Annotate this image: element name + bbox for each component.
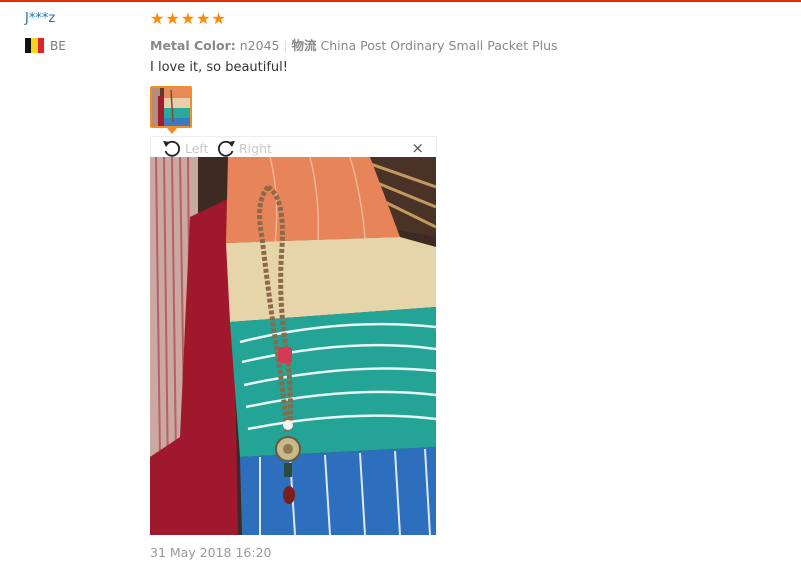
reviewer-country: BE xyxy=(25,38,66,53)
star-icon: ★ xyxy=(211,9,226,28)
shipping-value: China Post Ordinary Small Packet Plus xyxy=(320,38,558,53)
rotate-left-icon xyxy=(163,140,181,157)
top-accent-line xyxy=(0,0,801,2)
star-icon: ★ xyxy=(196,9,211,28)
rotate-left-button[interactable]: Left xyxy=(161,138,209,158)
star-icon: ★ xyxy=(180,9,196,28)
thumbnail-image xyxy=(152,88,190,126)
country-code: BE xyxy=(50,38,66,53)
shipping-label: 物流 xyxy=(291,38,317,53)
rotate-right-label: Right xyxy=(239,140,272,156)
star-icon: ★ xyxy=(150,9,165,28)
close-viewer-button[interactable]: × xyxy=(411,139,424,157)
attribute-divider xyxy=(285,41,287,52)
rotate-right-button[interactable]: Right xyxy=(215,138,272,158)
star-rating: ★ ★ ★ ★ ★ xyxy=(150,10,226,28)
photo-viewer-toolbar: Left Right × xyxy=(150,136,437,157)
order-attributes: Metal Color: n2045 物流 China Post Ordinary… xyxy=(150,35,558,54)
rotate-left-label: Left xyxy=(185,140,209,156)
review-date: 31 May 2018 16:20 xyxy=(150,545,272,560)
rotate-right-icon xyxy=(217,140,235,157)
thumbnail-selected-arrow xyxy=(166,127,178,134)
reviewer-name[interactable]: J***z xyxy=(25,11,55,26)
color-label: Metal Color: xyxy=(150,38,236,53)
star-icon: ★ xyxy=(165,9,180,28)
review-photo-thumbnail[interactable] xyxy=(150,86,192,128)
feedback-text: I love it, so beautiful! xyxy=(150,60,288,75)
review-photo-image xyxy=(150,157,436,535)
review-photo-large xyxy=(150,157,436,535)
color-value: n2045 xyxy=(239,38,280,53)
belgium-flag-icon xyxy=(25,38,44,53)
